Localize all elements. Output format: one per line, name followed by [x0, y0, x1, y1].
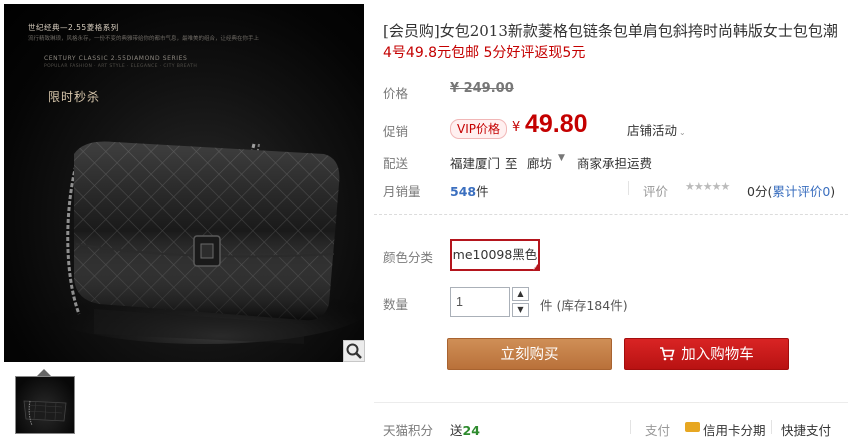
- buy-now-label: 立刻购买: [500, 347, 559, 363]
- caret-down-icon[interactable]: ▼: [558, 153, 565, 163]
- tmall-points-value: 送24: [450, 420, 480, 439]
- shipping-label: 配送: [383, 156, 409, 171]
- product-main-image[interactable]: 世纪经典—2.55菱格系列 流行精致琳琅，风格永存，一份不变的典雅带给你的都市气…: [4, 4, 364, 362]
- add-to-cart-button[interactable]: 加入购物车: [624, 338, 789, 370]
- promotion-row: [374, 109, 848, 145]
- buy-now-button[interactable]: 立刻购买: [447, 338, 612, 370]
- section-divider: [374, 214, 848, 215]
- shipping-to-word: 至: [505, 156, 518, 171]
- monthly-sales-label: 月销量: [383, 184, 421, 199]
- divider: [630, 420, 631, 434]
- sales-count: 548: [450, 184, 477, 199]
- brand-series-title: 世纪经典—2.55菱格系列: [28, 23, 119, 32]
- score-prefix: 0分(: [747, 184, 773, 199]
- thumbnail-pointer: [37, 369, 51, 376]
- product-thumbnail[interactable]: [15, 376, 75, 434]
- credit-card-icon: [685, 422, 700, 432]
- check-icon: ✓: [532, 264, 538, 272]
- add-to-cart-label: 加入购物车: [681, 347, 754, 363]
- review-label: 评价: [643, 184, 669, 199]
- shop-activity-dropdown[interactable]: 店铺活动 ⌄: [627, 120, 686, 139]
- quantity-decrease-button[interactable]: ▼: [512, 303, 529, 317]
- score-suffix: ): [830, 184, 836, 199]
- currency-symbol: ¥: [512, 120, 521, 135]
- divider: [628, 181, 629, 195]
- original-price: ¥ 249.00: [450, 81, 514, 96]
- quantity-label: 数量: [383, 297, 409, 312]
- color-option-selected[interactable]: me10098黑色 ✓: [450, 239, 540, 272]
- footer-divider: [374, 402, 848, 403]
- promotion-label: 促销: [383, 124, 409, 139]
- vip-price-badge: VIP价格: [450, 119, 507, 139]
- magnifier-icon[interactable]: [343, 340, 365, 362]
- product-title: [会员购]女包2013新款菱格包链条包单肩包斜挎时尚韩版女士包包潮: [383, 22, 838, 40]
- sales-unit: 件: [476, 184, 489, 199]
- brand-series-subtitle: 流行精致琳琅，风格永存，一份不变的典雅带给你的都市气息，最唯美的组合，让经典在你…: [28, 36, 260, 42]
- flash-sale-banner-text: 限时秒杀: [48, 90, 101, 104]
- price-label: 价格: [383, 86, 409, 101]
- color-label: 颜色分类: [383, 250, 434, 265]
- quantity-increase-button[interactable]: ▲: [512, 287, 529, 301]
- cart-icon: [659, 341, 675, 373]
- rating-stars-icon: ★★★★★: [685, 180, 730, 193]
- promotion-price: 49.80: [525, 110, 588, 138]
- quick-pay-link[interactable]: 快捷支付: [781, 420, 831, 439]
- review-score: 0分(累计评价0): [747, 181, 835, 200]
- product-promo-text: 4号49.8元包邮 5分好评返现5元: [383, 45, 586, 61]
- points-prefix: 送: [450, 423, 463, 438]
- color-option-label: me10098黑色: [452, 247, 538, 262]
- shipping-origin: 福建厦门: [450, 156, 501, 171]
- shipping-fee: 商家承担运费: [577, 156, 653, 171]
- monthly-sales-value: 548件: [450, 181, 489, 200]
- bag-thumbnail-icon: [23, 400, 67, 426]
- shop-activity-label: 店铺活动: [627, 123, 678, 138]
- brand-series-english: CENTURY CLASSIC 2.55DIAMOND SERIES: [44, 55, 188, 62]
- shipping-destination-select[interactable]: 廊坊: [527, 153, 552, 172]
- divider: [771, 420, 772, 434]
- points-amount: 24: [462, 423, 480, 438]
- brand-series-english-sub: POPULAR FASHION · ART STYLE · ELEGANCE ·…: [44, 64, 198, 69]
- tmall-points-label: 天猫积分: [383, 423, 434, 438]
- payment-label: 支付: [645, 423, 671, 438]
- credit-card-installment-link[interactable]: 信用卡分期: [703, 420, 766, 439]
- stock-info: 件 (库存184件): [540, 298, 628, 313]
- chevron-down-icon: ⌄: [679, 128, 686, 137]
- cumulative-reviews-link[interactable]: 累计评价0: [772, 184, 830, 199]
- quantity-input[interactable]: [450, 287, 510, 317]
